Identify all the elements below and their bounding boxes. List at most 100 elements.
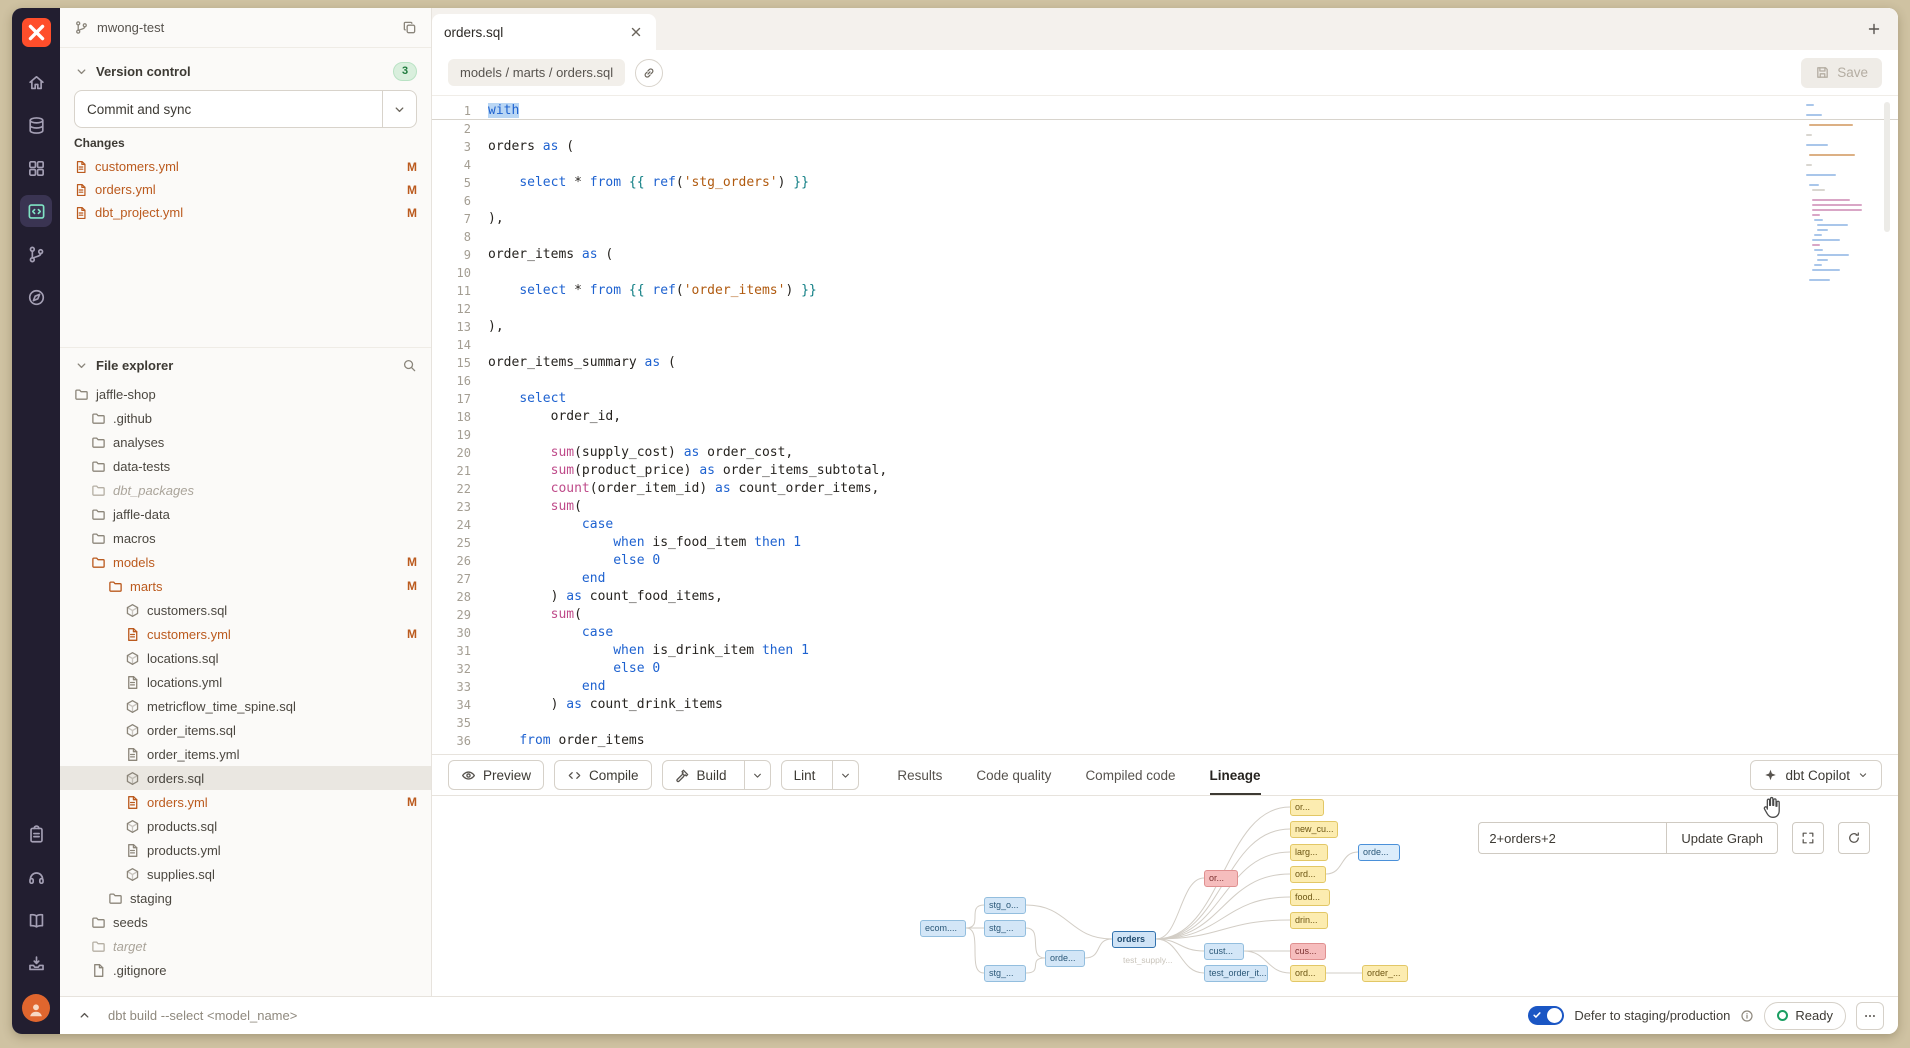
code-line[interactable]: 35: [432, 714, 1898, 732]
lineage-node-stg-o[interactable]: stg_o...: [984, 897, 1026, 914]
lineage-node-ord[interactable]: ord...: [1290, 965, 1326, 982]
tree-item-customers-yml[interactable]: customers.ymlM: [60, 622, 431, 646]
copy-branch-icon[interactable]: [402, 20, 417, 35]
code-line[interactable]: 13),: [432, 318, 1898, 336]
tree-item-seeds[interactable]: seeds: [60, 910, 431, 934]
commit-and-sync-button[interactable]: Commit and sync: [74, 90, 417, 128]
code-line[interactable]: 5 select * from {{ ref('stg_orders') }}: [432, 174, 1898, 192]
panel-tab-lineage[interactable]: Lineage: [1210, 755, 1261, 795]
lineage-node-ord[interactable]: ord...: [1290, 866, 1326, 883]
code-line[interactable]: 11 select * from {{ ref('order_items') }…: [432, 282, 1898, 300]
file-explorer-header[interactable]: File explorer: [60, 348, 431, 382]
code-line[interactable]: 36 from order_items: [432, 732, 1898, 750]
lineage-node-new-cu[interactable]: new_cu...: [1290, 821, 1338, 838]
tree-item-macros[interactable]: macros: [60, 526, 431, 550]
code-line[interactable]: 25 when is_food_item then 1: [432, 534, 1898, 552]
panel-tab-code-quality[interactable]: Code quality: [976, 755, 1051, 795]
build-options-chevron[interactable]: [744, 761, 770, 789]
code-line[interactable]: 10: [432, 264, 1898, 282]
tree-item-jaffle-shop[interactable]: jaffle-shop: [60, 382, 431, 406]
tree-item-order-items-yml[interactable]: order_items.yml: [60, 742, 431, 766]
tree-item-jaffle-data[interactable]: jaffle-data: [60, 502, 431, 526]
code-line[interactable]: 31 when is_drink_item then 1: [432, 642, 1898, 660]
code-line[interactable]: 12: [432, 300, 1898, 318]
compile-button[interactable]: Compile: [554, 760, 652, 790]
code-line[interactable]: 18 order_id,: [432, 408, 1898, 426]
tree-item-staging[interactable]: staging: [60, 886, 431, 910]
activity-item-explore[interactable]: [20, 281, 52, 313]
activity-item-notes[interactable]: [20, 818, 52, 850]
code-line[interactable]: 27 end: [432, 570, 1898, 588]
tree-item-gitignore[interactable]: .gitignore: [60, 958, 431, 982]
dbt-logo-icon[interactable]: [22, 18, 51, 47]
new-tab-button[interactable]: [1866, 21, 1882, 37]
lineage-node-orders[interactable]: orders: [1112, 931, 1156, 948]
code-line[interactable]: 2: [432, 120, 1898, 138]
lineage-node-ecom[interactable]: ecom....: [920, 920, 966, 937]
minimap[interactable]: [1806, 104, 1864, 289]
user-avatar[interactable]: [22, 994, 50, 1022]
tree-item-orders-yml[interactable]: orders.ymlM: [60, 790, 431, 814]
defer-toggle[interactable]: [1528, 1006, 1564, 1025]
code-line[interactable]: 20 sum(supply_cost) as order_cost,: [432, 444, 1898, 462]
lineage-node-stg[interactable]: stg_...: [984, 920, 1026, 937]
tree-item-dbt-packages[interactable]: dbt_packages: [60, 478, 431, 502]
dbt-copilot-button[interactable]: dbt Copilot: [1750, 760, 1882, 790]
code-line[interactable]: 30 case: [432, 624, 1898, 642]
lineage-node-test-order-it[interactable]: test_order_it...: [1204, 965, 1268, 982]
code-line[interactable]: 34 ) as count_drink_items: [432, 696, 1898, 714]
code-area[interactable]: 1with23orders as (45 select * from {{ re…: [432, 96, 1898, 754]
lineage-node-or[interactable]: or...: [1204, 870, 1238, 887]
code-line[interactable]: 6: [432, 192, 1898, 210]
changed-file-dbt-project-yml[interactable]: dbt_project.ymlM: [74, 201, 417, 224]
tree-item-orders-sql[interactable]: orders.sql: [60, 766, 431, 790]
activity-item-home[interactable]: [20, 66, 52, 98]
lineage-node-cus[interactable]: cus...: [1290, 943, 1326, 960]
update-graph-button[interactable]: Update Graph: [1666, 822, 1778, 854]
code-editor[interactable]: 1with23orders as (45 select * from {{ re…: [432, 96, 1898, 754]
tree-item-marts[interactable]: martsM: [60, 574, 431, 598]
tree-item-locations-yml[interactable]: locations.yml: [60, 670, 431, 694]
fullscreen-button[interactable]: [1792, 822, 1824, 854]
activity-item-ide[interactable]: [20, 195, 52, 227]
code-line[interactable]: 16: [432, 372, 1898, 390]
code-line[interactable]: 32 else 0: [432, 660, 1898, 678]
code-line[interactable]: 33 end: [432, 678, 1898, 696]
activity-item-branch[interactable]: [20, 238, 52, 270]
code-line[interactable]: 28 ) as count_food_items,: [432, 588, 1898, 606]
info-icon[interactable]: [1740, 1009, 1754, 1023]
tree-item-target[interactable]: target: [60, 934, 431, 958]
code-line[interactable]: 8: [432, 228, 1898, 246]
branch-selector[interactable]: mwong-test: [60, 8, 431, 48]
preview-button[interactable]: Preview: [448, 760, 544, 790]
build-button[interactable]: Build: [662, 760, 771, 790]
save-button[interactable]: Save: [1801, 58, 1882, 88]
panel-tab-results[interactable]: Results: [897, 755, 942, 795]
lineage-node-stg[interactable]: stg_...: [984, 965, 1026, 982]
tree-item-products-yml[interactable]: products.yml: [60, 838, 431, 862]
command-input[interactable]: dbt build --select <model_name>: [108, 1008, 297, 1023]
lineage-node-food[interactable]: food...: [1290, 889, 1330, 906]
lineage-node-orde[interactable]: orde...: [1045, 950, 1085, 967]
expand-command-bar-button[interactable]: [74, 1006, 94, 1026]
lineage-selector-input[interactable]: [1478, 822, 1666, 854]
refresh-graph-button[interactable]: [1838, 822, 1870, 854]
lineage-node-or[interactable]: or...: [1290, 799, 1324, 816]
activity-item-apps[interactable]: [20, 152, 52, 184]
code-line[interactable]: 26 else 0: [432, 552, 1898, 570]
copy-link-button[interactable]: [635, 59, 663, 87]
code-line[interactable]: 24 case: [432, 516, 1898, 534]
code-line[interactable]: 23 sum(: [432, 498, 1898, 516]
lineage-node-orde[interactable]: orde...: [1358, 844, 1400, 861]
code-line[interactable]: 21 sum(product_price) as order_items_sub…: [432, 462, 1898, 480]
code-line[interactable]: 15order_items_summary as (: [432, 354, 1898, 372]
tree-item-locations-sql[interactable]: locations.sql: [60, 646, 431, 670]
lint-options-chevron[interactable]: [832, 761, 858, 789]
tree-item-metricflow-time-spine-sql[interactable]: metricflow_time_spine.sql: [60, 694, 431, 718]
lineage-node-order[interactable]: order_...: [1362, 965, 1408, 982]
code-line[interactable]: 37: [432, 750, 1898, 754]
code-line[interactable]: 4: [432, 156, 1898, 174]
tree-item-supplies-sql[interactable]: supplies.sql: [60, 862, 431, 886]
version-control-header[interactable]: Version control 3: [74, 54, 417, 88]
search-icon[interactable]: [402, 358, 417, 373]
